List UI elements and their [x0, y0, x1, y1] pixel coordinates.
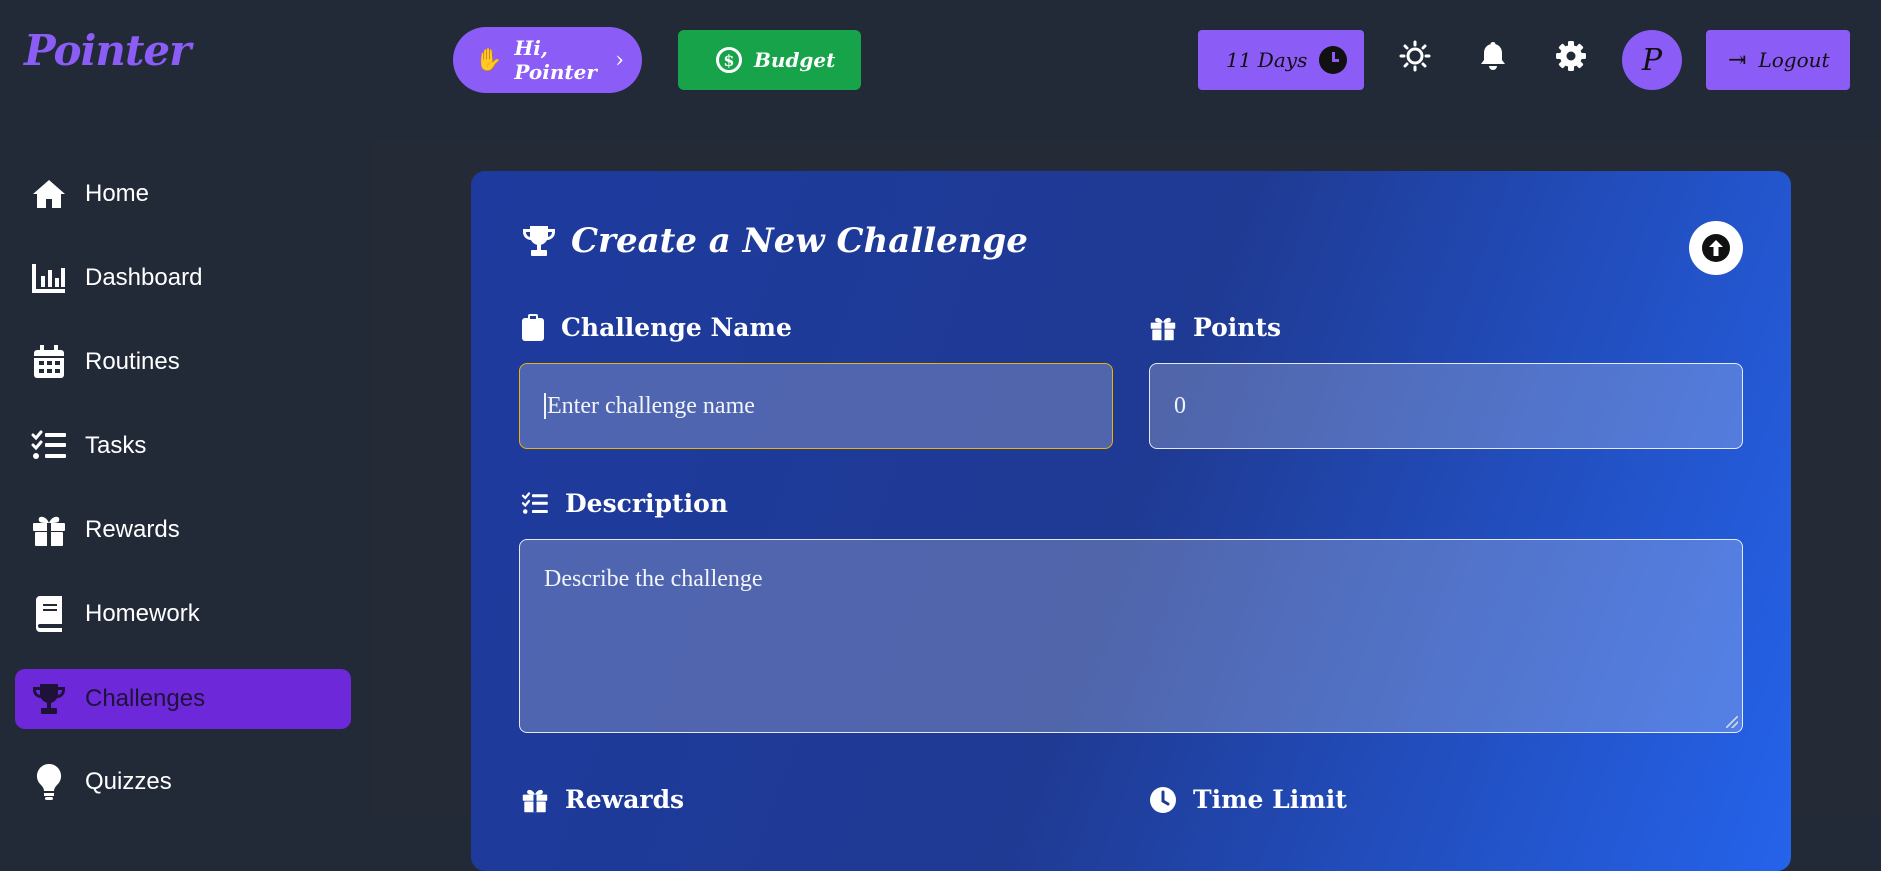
list-check-icon — [31, 428, 67, 464]
trophy-icon — [31, 681, 67, 717]
challenge-name-input[interactable]: Enter challenge name — [519, 363, 1113, 449]
create-challenge-card: Create a New Challenge Challenge Name En… — [471, 171, 1791, 871]
challenge-name-label: Challenge Name — [521, 313, 792, 342]
notifications-button[interactable] — [1476, 40, 1510, 74]
card-header: Create a New Challenge — [521, 221, 1028, 261]
description-placeholder: Describe the challenge — [544, 566, 763, 592]
collapse-form-button[interactable] — [1689, 221, 1743, 275]
greeting-label: Hi, Pointer — [514, 36, 597, 84]
points-value: 0 — [1174, 392, 1186, 419]
clock-icon — [1150, 786, 1176, 813]
budget-button[interactable]: $ Budget — [678, 30, 861, 90]
sidebar-item-label: Homework — [85, 600, 200, 627]
sidebar-item-label: Challenges — [85, 685, 206, 712]
clock-icon — [1319, 46, 1348, 74]
budget-label: Budget — [754, 48, 836, 72]
sidebar-item-tasks[interactable]: Tasks — [15, 416, 351, 476]
home-icon — [31, 176, 67, 212]
description-label-text: Description — [565, 489, 728, 518]
sidebar-item-label: Rewards — [85, 516, 180, 543]
resize-handle-icon[interactable] — [1726, 716, 1738, 728]
sign-out-icon: ⇥ — [1728, 47, 1747, 73]
points-label: Points — [1149, 313, 1281, 342]
sidebar-item-challenges[interactable]: Challenges — [15, 669, 351, 729]
chart-icon — [31, 260, 67, 296]
rewards-label-text: Rewards — [565, 785, 685, 814]
settings-button[interactable] — [1554, 40, 1588, 74]
book-icon — [31, 596, 67, 632]
top-header: Pointer ✋ Hi, Pointer › $ Budget 11 Days — [0, 0, 1881, 120]
sidebar-item-dashboard[interactable]: Dashboard — [15, 248, 351, 308]
arrow-up-circle-icon — [1702, 234, 1730, 262]
gear-icon — [1556, 41, 1586, 71]
gift-icon — [31, 512, 67, 548]
logout-label: Logout — [1758, 48, 1830, 72]
challenge-name-placeholder: Enter challenge name — [547, 392, 755, 419]
bell-icon — [1481, 42, 1505, 70]
points-label-text: Points — [1193, 313, 1282, 342]
calendar-icon — [31, 344, 67, 380]
rewards-label: Rewards — [521, 785, 684, 814]
days-remaining-button[interactable]: 11 Days — [1198, 30, 1364, 90]
lightbulb-icon — [31, 763, 67, 800]
sidebar-item-routines[interactable]: Routines — [15, 332, 351, 392]
points-input[interactable]: 0 — [1149, 363, 1743, 449]
sidebar-nav: Home Dashboard Routines Tasks Rewards Ho… — [0, 140, 370, 816]
sidebar-item-label: Quizzes — [85, 768, 172, 795]
sidebar-item-label: Home — [85, 180, 150, 207]
wave-hand-icon: ✋ — [475, 47, 503, 73]
sidebar-item-label: Routines — [85, 348, 180, 375]
sidebar-item-quizzes[interactable]: Quizzes — [15, 752, 351, 812]
greeting-button[interactable]: ✋ Hi, Pointer › — [453, 27, 642, 93]
logout-button[interactable]: ⇥ Logout — [1706, 30, 1850, 90]
trophy-icon — [523, 226, 555, 256]
text-caret — [544, 393, 546, 419]
sidebar-item-home[interactable]: Home — [15, 164, 351, 224]
description-label: Description — [521, 489, 728, 518]
sidebar-item-label: Dashboard — [85, 264, 203, 291]
sidebar-item-label: Tasks — [85, 432, 147, 459]
time-limit-label-text: Time Limit — [1193, 785, 1347, 814]
days-label: 11 Days — [1226, 48, 1308, 72]
sidebar-item-rewards[interactable]: Rewards — [15, 500, 351, 560]
theme-toggle-button[interactable] — [1398, 40, 1432, 74]
user-avatar[interactable]: P — [1622, 30, 1682, 90]
sun-icon — [1399, 40, 1431, 72]
form-title: Create a New Challenge — [571, 221, 1028, 261]
app-logo[interactable]: Pointer — [24, 26, 191, 75]
sidebar-item-homework[interactable]: Homework — [15, 584, 351, 644]
description-textarea[interactable]: Describe the challenge — [519, 539, 1743, 733]
gift-icon — [522, 789, 548, 812]
clipboard-icon — [522, 313, 544, 341]
list-check-icon — [521, 491, 548, 514]
dollar-icon: $ — [716, 47, 742, 73]
gift-icon — [1150, 317, 1176, 340]
time-limit-label: Time Limit — [1149, 785, 1347, 814]
challenge-name-label-text: Challenge Name — [561, 313, 792, 342]
chevron-right-icon: › — [615, 47, 624, 73]
